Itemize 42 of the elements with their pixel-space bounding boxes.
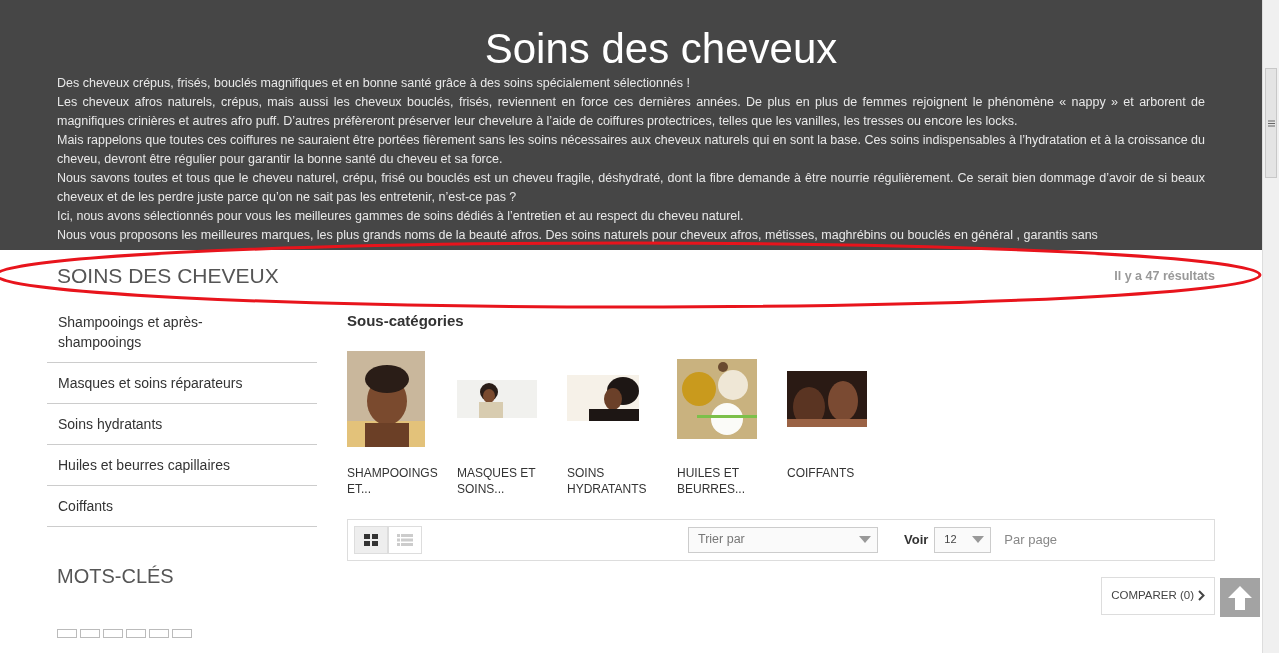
sidebar-link[interactable]: Shampooings et après-shampooings [47,302,267,362]
category-heading: SOINS DES CHEVEUX [57,263,279,290]
empty-tag[interactable] [172,629,192,638]
empty-tag[interactable] [57,629,77,638]
caret-icon [972,536,985,543]
empty-tag[interactable] [149,629,169,638]
sidebar-link[interactable]: Coiffants [47,486,267,526]
description-paragraph: Des cheveux crépus, frisés, bouclés magnifiques et en bonne santé grâce à des soins spécialement sélectionnés ! [57,75,691,92]
description-paragraph: Les cheveux afros naturels, crépus, mais aussi les cheveux bouclés, frisés, reviennent en force ces dernières années. De plus en plus de femmes rejoignent le phénomène « nappy » et arborent de magnifiques crinières et autres afro puff. D’autres préfèreront préserver leur chevelure à l’aide de coiffures protectrices, telles que les vanilles, les tresses ou encore les locks. [57,94,1205,130]
description-paragraph: Nous savons toutes et tous que le cheveu naturel, crépu, frisé ou bouclés est un cheveu fragile, déshydraté, dont la fibre demande à être nourrie régulièrement. Ce serait bien dommage d’avoir de si beaux cheveux et de les perdre juste parce qu’on ne sait pas les entretenir, n’est-ce pas ? [57,170,1205,206]
sidebar-link[interactable]: Soins hydratants [47,404,267,444]
subcategories-heading: Sous-catégories [347,311,465,331]
per-page-label: Par page [1004,530,1058,549]
grip-icon [1267,119,1275,127]
subcategory-link[interactable]: MASQUES ET SOINS... [457,464,549,497]
subcategory-link[interactable]: HUILES ET BEURRES... [677,464,769,497]
subcategory-link[interactable]: SOINS HYDRATANTS [567,464,659,497]
per-page-select[interactable]: 12 [934,526,992,553]
grid-icon [364,533,378,546]
empty-tag[interactable] [80,629,100,638]
empty-tag[interactable] [126,629,146,638]
subcategory-link[interactable]: SHAMPOOINGS ET... [347,464,439,497]
results-count: Il y a 47 résultats [1114,267,1215,285]
show-label: Voir [904,530,929,549]
description-paragraph: Nous vous proposons les meilleures marques, les plus grands noms de la beauté afros. Des soins naturels pour cheveux afros, métisses, maghrébins ou bouclés en général , garantis sans [57,227,1099,244]
grid-view-button[interactable] [354,525,388,554]
list-icon [397,533,413,546]
sidebar-link[interactable]: Huiles et beurres capillaires [47,445,267,485]
caret-icon [859,536,871,543]
description-paragraph: Mais rappelons que toutes ces coiffures ne sauraient être portées fièrement sans les soins nécessaires aux cheveux naturels qui en sont la base. Ces soins indispensables à l’hydratation et à la croissance du cheveu, devront être régulier pour garantir la bonne santé du cheveu et sa force. [57,132,1205,168]
sidebar-link[interactable]: Masques et soins réparateurs [47,363,267,403]
subcategory-link[interactable]: COIFFANTS [787,464,879,481]
keywords-heading: MOTS-CLÉS [57,564,175,589]
back-to-top-button[interactable] [1220,578,1260,617]
scrollbar[interactable] [1262,0,1279,653]
empty-tag[interactable] [103,629,123,638]
compare-button[interactable]: COMPARER (0) [1101,576,1215,615]
scrollbar-thumb[interactable] [1265,68,1277,178]
description-paragraph: Ici, nous avons sélectionnés pour vous les meilleures gammes de soins dédiés à l’entretien et au respect du cheveu naturel. [57,208,745,225]
chevron-right-icon [1198,590,1205,601]
sort-select[interactable]: Trier par [688,526,878,553]
page-title: Soins des cheveux [483,24,839,74]
